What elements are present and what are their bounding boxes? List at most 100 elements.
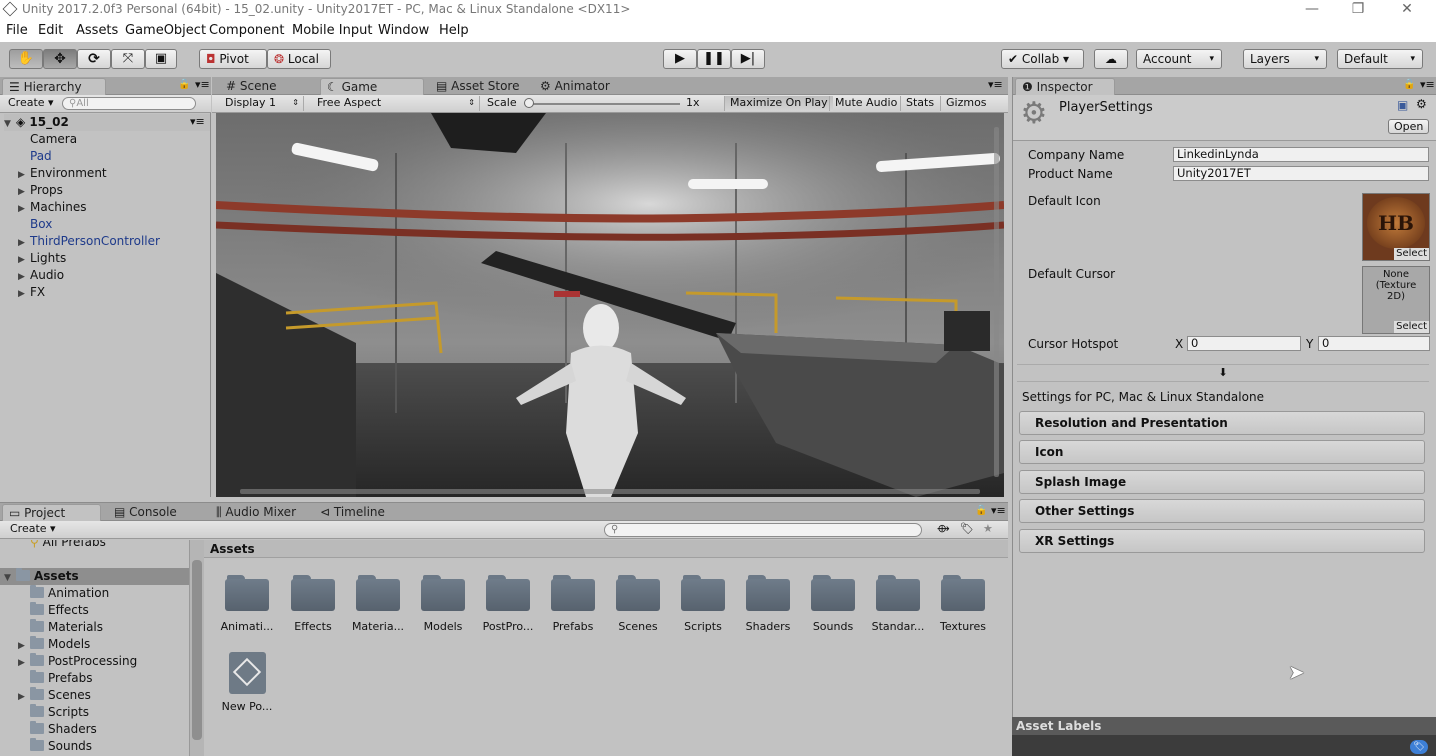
- scale-slider-handle[interactable]: [524, 98, 534, 108]
- folder-icon[interactable]: [680, 574, 726, 612]
- help-book-icon[interactable]: ▣: [1397, 98, 1408, 112]
- tab-asset-store[interactable]: ▤ Asset Store: [430, 78, 534, 95]
- project-tree-item[interactable]: ▶ PostProcessing: [18, 653, 137, 670]
- panel-menu-icon[interactable]: ▾≡: [195, 78, 210, 91]
- default-icon-slot[interactable]: HB Select: [1362, 193, 1430, 261]
- tab-game[interactable]: ☾ Game: [320, 78, 424, 95]
- local-toggle[interactable]: ❂ Local: [267, 49, 331, 69]
- project-tree-item[interactable]: Prefabs: [18, 670, 93, 687]
- section-icon[interactable]: Icon: [1019, 440, 1425, 464]
- rotate-tool-button[interactable]: ⟳: [77, 49, 111, 69]
- game-render-view[interactable]: [216, 113, 1004, 497]
- select-button[interactable]: Select: [1394, 248, 1429, 260]
- breadcrumb[interactable]: Assets: [210, 542, 255, 556]
- menu-window[interactable]: Window: [378, 23, 429, 38]
- scale-slider[interactable]: [527, 103, 680, 105]
- menu-assets[interactable]: Assets: [76, 23, 118, 38]
- project-tree-item[interactable]: Scripts: [18, 704, 89, 721]
- cloud-button[interactable]: ☁: [1094, 49, 1128, 69]
- folder-icon[interactable]: [615, 574, 661, 612]
- expand-arrow-icon[interactable]: ▶: [18, 286, 30, 302]
- project-tree-item[interactable]: Shaders: [18, 721, 97, 738]
- folder-icon[interactable]: [940, 574, 986, 612]
- hierarchy-item[interactable]: ▶ FX: [18, 284, 45, 301]
- expand-arrow-icon[interactable]: ▶: [18, 184, 30, 200]
- tab-audio-mixer[interactable]: ⫼ Audio Mixer: [210, 504, 310, 521]
- folder-icon[interactable]: [875, 574, 921, 612]
- tab-timeline[interactable]: ⊲ Timeline: [314, 504, 414, 521]
- product-name-field[interactable]: Unity2017ET: [1173, 166, 1429, 181]
- project-search-input[interactable]: ⚲: [604, 523, 922, 537]
- hotspot-y-field[interactable]: 0: [1318, 336, 1430, 351]
- project-tree-item[interactable]: Animation: [18, 585, 109, 602]
- scrollbar-thumb[interactable]: [192, 560, 202, 740]
- menu-file[interactable]: File: [6, 23, 28, 38]
- expand-arrow-icon[interactable]: ▶: [18, 252, 30, 268]
- folder-icon[interactable]: [745, 574, 791, 612]
- move-tool-button[interactable]: ✥: [43, 49, 77, 69]
- hierarchy-item[interactable]: Box: [18, 216, 52, 233]
- minimize-button[interactable]: —: [1292, 0, 1332, 20]
- hierarchy-item[interactable]: ▶ Lights: [18, 250, 66, 267]
- project-tree-scrollbar[interactable]: [189, 540, 204, 756]
- rect-tool-button[interactable]: ▣: [145, 49, 177, 69]
- play-button[interactable]: ▶: [663, 49, 697, 69]
- scene-menu-icon[interactable]: ▾≡: [190, 114, 205, 130]
- filter-by-type-icon[interactable]: ⟴: [932, 522, 955, 537]
- project-tree-item[interactable]: Sounds: [18, 738, 92, 755]
- expand-arrow-icon[interactable]: ▶: [18, 689, 30, 705]
- tab-inspector[interactable]: ❶ Inspector: [1015, 78, 1115, 95]
- step-button[interactable]: ▶|: [731, 49, 765, 69]
- section-other-settings[interactable]: Other Settings: [1019, 499, 1425, 523]
- pause-button[interactable]: ❚❚: [697, 49, 731, 69]
- label-tag-icon[interactable]: 🏷: [1410, 740, 1428, 754]
- project-tree-item[interactable]: ▶ Scenes: [18, 687, 91, 704]
- aspect-dropdown[interactable]: Free Aspect ⇕: [312, 96, 480, 111]
- close-button[interactable]: ✕: [1387, 0, 1427, 20]
- favorites-icon[interactable]: ★: [978, 522, 998, 537]
- folder-icon[interactable]: [224, 574, 270, 612]
- folder-icon[interactable]: [355, 574, 401, 612]
- menu-gameobject[interactable]: GameObject: [125, 23, 206, 38]
- project-tree-item[interactable]: Effects: [18, 602, 89, 619]
- filter-by-label-icon[interactable]: 🏷: [955, 522, 979, 537]
- lock-icon[interactable]: 🔒: [1403, 79, 1415, 90]
- pivot-toggle[interactable]: ◘ Pivot: [199, 49, 267, 69]
- project-tree-item[interactable]: ▶ Models: [18, 636, 90, 653]
- folder-icon[interactable]: [550, 574, 596, 612]
- tab-scene[interactable]: # Scene: [220, 78, 310, 95]
- gizmos-dropdown[interactable]: Gizmos: [940, 96, 992, 111]
- tab-hierarchy[interactable]: ☰ Hierarchy: [2, 78, 106, 95]
- expand-arrow-icon[interactable]: ▶: [18, 269, 30, 285]
- account-dropdown[interactable]: Account ▾: [1136, 49, 1222, 69]
- project-tree-item[interactable]: Materials: [18, 619, 103, 636]
- hierarchy-create-button[interactable]: Create ▾: [3, 96, 59, 111]
- expand-arrow-icon[interactable]: ▶: [18, 201, 30, 217]
- hierarchy-item[interactable]: ▶ Machines: [18, 199, 86, 216]
- expand-arrow-icon[interactable]: ▶: [18, 655, 30, 671]
- mute-audio-toggle[interactable]: Mute Audio: [829, 96, 902, 111]
- collab-button[interactable]: ✔ Collab ▾: [1001, 49, 1084, 69]
- hierarchy-item[interactable]: ▶ ThirdPersonController: [18, 233, 160, 250]
- company-name-field[interactable]: LinkedinLynda: [1173, 147, 1429, 162]
- expand-arrow-icon[interactable]: ▶: [18, 638, 30, 654]
- stats-toggle[interactable]: Stats: [900, 96, 939, 111]
- default-cursor-slot[interactable]: None (Texture 2D) Select: [1362, 266, 1430, 334]
- lock-icon[interactable]: 🔒: [975, 505, 987, 516]
- hotspot-x-field[interactable]: 0: [1187, 336, 1301, 351]
- section-resolution-and-presentation[interactable]: Resolution and Presentation: [1019, 411, 1425, 435]
- assets-root-item[interactable]: ▼ Assets: [0, 568, 189, 585]
- lock-icon[interactable]: 🔒: [178, 79, 190, 90]
- display-dropdown[interactable]: Display 1 ⇕: [220, 96, 304, 111]
- menu-edit[interactable]: Edit: [38, 23, 63, 38]
- hierarchy-item[interactable]: Camera: [18, 131, 77, 148]
- restore-button[interactable]: ❐: [1338, 0, 1378, 20]
- tab-animator[interactable]: ⚙ Animator: [534, 78, 638, 95]
- hierarchy-item[interactable]: ▶ Environment: [18, 165, 107, 182]
- settings-gear-icon[interactable]: ⚙: [1416, 97, 1427, 111]
- panel-menu-icon[interactable]: ▾≡: [991, 504, 1006, 517]
- section-xr-settings[interactable]: XR Settings: [1019, 529, 1425, 553]
- menu-mobile-input[interactable]: Mobile Input: [292, 23, 372, 38]
- section-splash-image[interactable]: Splash Image: [1019, 470, 1425, 494]
- tab-console[interactable]: ▤ Console: [108, 504, 208, 521]
